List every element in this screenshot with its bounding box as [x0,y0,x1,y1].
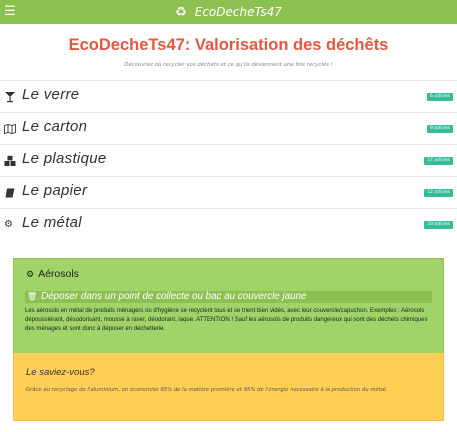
book-icon [4,187,16,199]
category-label: Le métal [22,214,82,231]
article-card: ⚙ Aérosols 🗑 Déposer dans un point de coll… [13,258,444,353]
map-icon [4,123,16,135]
recycle-icon: ♻ [175,5,187,20]
category-plastique[interactable]: Le plastique 17 articles [0,144,457,176]
fact-card: Le saviez-vous? Grâce au recyclage de l'… [13,353,444,421]
page-title: EcoDecheTs47: Valorisation des déchêts [68,36,389,54]
brand[interactable]: ♻ EcoDecheTs47 [0,0,457,24]
article-title: Aérosols [38,268,79,280]
category-carton[interactable]: Le carton 9 articles [0,112,457,144]
category-label: Le verre [22,86,80,103]
bin-instruction-text: Déposer dans un point de collecte ou bac… [41,291,307,302]
gears-icon: ⚙ [4,219,13,230]
category-papier[interactable]: Le papier 12 articles [0,176,457,208]
article-heading: ⚙ Aérosols [26,268,79,280]
cubes-icon [4,155,16,167]
brand-name: EcoDecheTs47 [194,5,282,19]
article-count-badge: 12 articles [424,189,453,197]
category-label: Le plastique [22,150,107,167]
category-label: Le carton [22,118,88,135]
category-verre[interactable]: Le verre 6 articles [0,80,457,112]
article-count-badge: 17 articles [424,157,453,165]
fact-title: Le saviez-vous? [26,367,95,378]
article-count-badge: 6 articles [427,93,453,101]
glass-icon [4,91,16,103]
category-metal[interactable]: ⚙ Le métal 10 articles [0,208,457,240]
article-count-badge: 10 articles [424,221,453,229]
article-count-badge: 9 articles [427,125,453,133]
page-subtitle: Découvrez où recycler vos déchets et ce … [124,62,333,68]
fact-text: Grâce au recyclage de l'aluminium, on éc… [26,387,388,393]
trash-icon: 🗑 [27,292,38,301]
article-description: Les aérosols en métal de produits ménage… [25,308,428,333]
top-navbar: ☰ ♻ EcoDecheTs47 [0,0,457,24]
category-label: Le papier [22,182,88,199]
bin-instruction: 🗑 Déposer dans un point de collecte ou ba… [25,291,432,303]
gears-icon: ⚙ [26,269,35,279]
